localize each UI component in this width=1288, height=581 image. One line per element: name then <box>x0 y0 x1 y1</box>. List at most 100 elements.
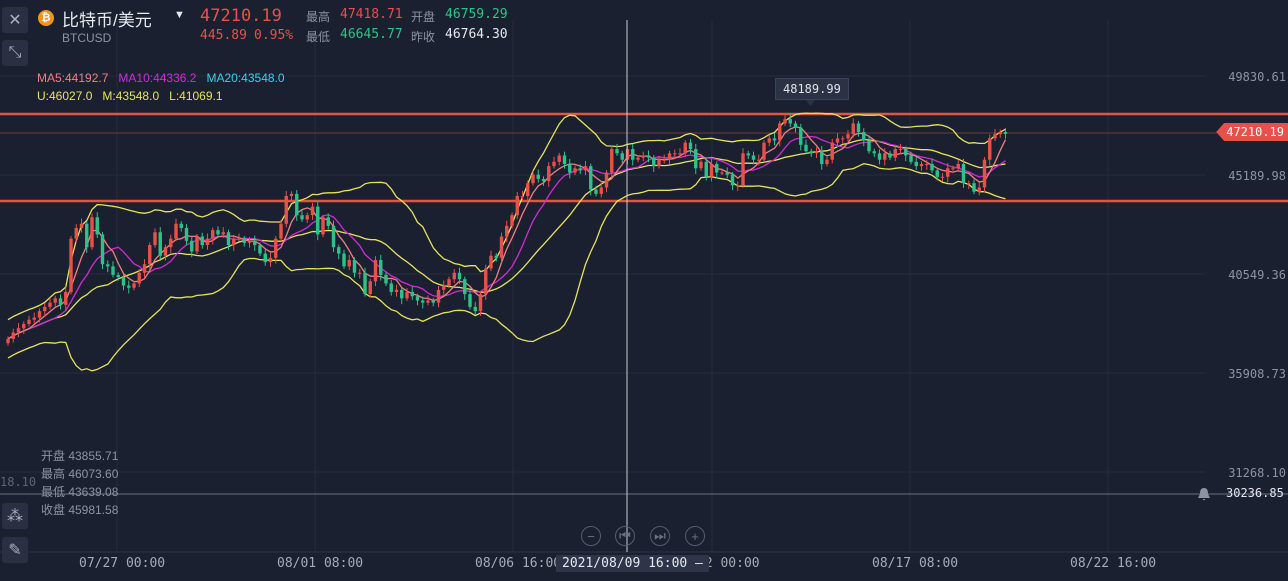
ma10-legend: MA10:44336.2 <box>118 71 197 85</box>
candle-body <box>153 232 157 246</box>
candle-body <box>142 264 147 273</box>
price-axis-label: 40549.36 <box>1228 268 1286 282</box>
candle-body <box>321 217 325 235</box>
draw-pen-icon[interactable]: ✎ <box>2 537 28 563</box>
boll-lower-legend: L:41069.1 <box>169 89 223 103</box>
candle-body <box>841 138 845 140</box>
cursor-low: 最低 43639.08 <box>41 485 119 499</box>
close-icon[interactable]: ✕ <box>2 7 28 33</box>
candle-body <box>772 138 777 141</box>
symbol-dropdown-icon[interactable]: ▼ <box>174 9 185 21</box>
ma-legend: MA5:44192.7 MA10:44336.2 MA20:43548.0 <box>37 71 285 85</box>
candle-body <box>11 332 15 339</box>
candle-body <box>531 174 535 184</box>
candle-body <box>64 291 68 305</box>
indicator-icon[interactable]: ⁂ <box>2 503 28 529</box>
candle-body <box>993 134 997 139</box>
candle-body <box>111 266 115 275</box>
candlestick-chart[interactable] <box>0 0 1288 581</box>
candle-body <box>32 317 36 320</box>
bell-icon[interactable] <box>1196 487 1212 501</box>
candle-body <box>594 189 598 194</box>
candle-body <box>69 238 73 292</box>
candle-body <box>851 123 855 135</box>
crosshair-date: 2021/08/09 16:00 <box>562 556 688 571</box>
candle-body <box>232 238 236 246</box>
candle-body <box>410 291 414 297</box>
symbol-name[interactable]: 比特币/美元 <box>62 6 152 31</box>
time-axis-label: 08/17 08:00 <box>872 556 959 571</box>
candle-body <box>741 153 745 186</box>
candle-body <box>284 195 288 224</box>
candle-body <box>169 238 173 248</box>
candle-body <box>846 134 850 139</box>
high-marker-pointer <box>806 100 815 106</box>
candle-body <box>452 272 456 280</box>
candle-body <box>163 247 168 256</box>
candle-body <box>316 206 320 235</box>
candle-body <box>652 157 656 167</box>
jump-end-icon[interactable]: ⏭ <box>650 526 670 546</box>
candle-body <box>505 225 509 237</box>
candle-body <box>688 142 693 150</box>
candle-body <box>22 323 26 329</box>
candle-body <box>373 259 378 282</box>
price-axis-label: 45189.98 <box>1228 169 1286 183</box>
crosshair-date-tag: 2021/08/09 16:00 — <box>556 555 709 572</box>
candle-body <box>977 187 981 192</box>
candle-body <box>43 306 47 312</box>
candles <box>6 114 1008 346</box>
bitcoin-icon: ₿ <box>38 10 54 26</box>
candle-body <box>835 138 840 143</box>
zoom-out-icon[interactable]: − <box>581 526 601 546</box>
candle-body <box>704 161 708 177</box>
candle-body <box>568 163 572 173</box>
candle-body <box>951 168 955 170</box>
candle-body <box>972 183 976 192</box>
candle-body <box>762 142 766 160</box>
candle-body <box>100 234 105 265</box>
candle-body <box>184 227 189 241</box>
candle-body <box>657 159 661 167</box>
collapse-icon[interactable]: ⤡ <box>2 40 28 66</box>
candle-body <box>646 155 651 158</box>
candle-body <box>573 168 577 173</box>
candle-body <box>132 283 136 288</box>
jump-start-icon[interactable]: ⏮ <box>615 526 635 546</box>
prev-close-value: 46764.30 <box>445 27 508 42</box>
price-alert-value[interactable]: 30236.85 <box>1226 486 1284 500</box>
candle-body <box>242 238 246 243</box>
candle-body <box>289 193 294 196</box>
candle-body <box>783 119 787 124</box>
candle-body <box>237 238 241 240</box>
boll-legend: U:46027.0 M:43548.0 L:41069.1 <box>37 89 223 103</box>
candle-body <box>200 236 204 246</box>
candle-body <box>604 172 609 188</box>
candle-body <box>615 149 619 154</box>
candle-body <box>904 149 908 156</box>
candle-body <box>694 149 698 169</box>
zoom-in-icon[interactable]: + <box>685 526 705 546</box>
candle-body <box>48 302 52 307</box>
open-value: 46759.29 <box>445 7 508 22</box>
candle-body <box>6 338 10 344</box>
period-high-marker: 48189.99 <box>775 78 849 100</box>
candle-body <box>58 298 63 305</box>
candle-body <box>95 217 99 235</box>
candle-body <box>221 232 225 235</box>
candle-body <box>526 183 530 196</box>
candle-body <box>473 306 477 312</box>
candle-body <box>940 176 945 178</box>
price-axis-label: 49830.61 <box>1228 70 1286 84</box>
candle-body <box>337 247 341 254</box>
candle-body <box>877 153 882 160</box>
candle-body <box>814 151 819 154</box>
candle-body <box>53 298 57 303</box>
candle-body <box>678 153 682 155</box>
candle-body <box>825 159 829 164</box>
candle-body <box>725 172 729 175</box>
candle-body <box>982 159 987 188</box>
candle-body <box>90 217 94 248</box>
candle-body <box>358 272 362 274</box>
candle-body <box>179 223 183 228</box>
